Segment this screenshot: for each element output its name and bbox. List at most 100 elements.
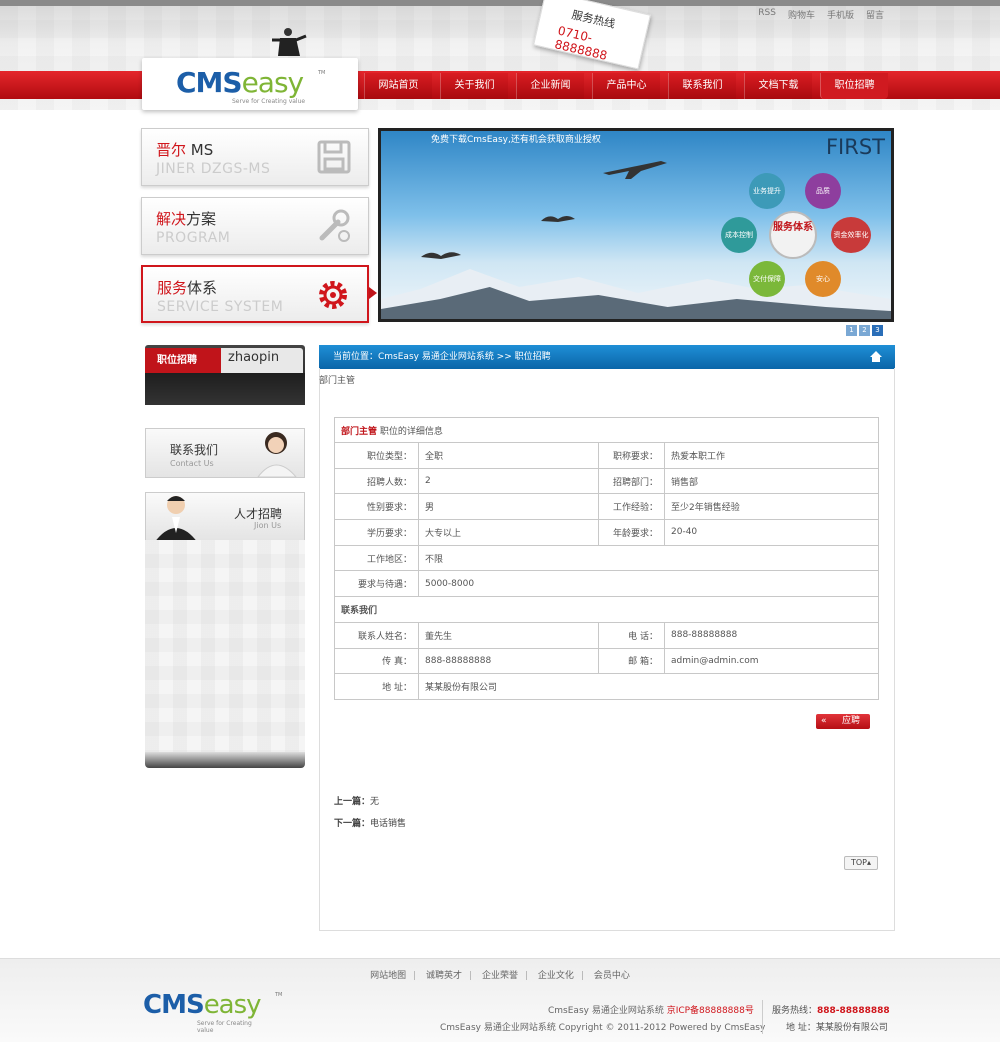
hex-item: 安心	[805, 261, 841, 297]
nav-news[interactable]: 企业新闻	[516, 73, 584, 99]
field-value: 20-40	[664, 519, 879, 546]
side-panel-footer	[145, 752, 305, 768]
field-value: 888-88888888	[664, 621, 879, 649]
table-row: 传 真： 888-88888888 邮 箱： admin@admin.com	[334, 647, 879, 675]
job-title-cell: 部门主管 职位的详细信息	[334, 417, 879, 443]
footer-hotline-label: 服务热线：	[772, 1006, 818, 1016]
prev-value: 无	[370, 797, 380, 807]
nav-downloads[interactable]: 文档下载	[744, 73, 812, 99]
side-button-service[interactable]: 服务体系 SERVICE SYSTEM	[141, 265, 369, 323]
nav-home[interactable]: 网站首页	[364, 73, 432, 99]
footer-link-sitemap[interactable]: 网站地图	[370, 971, 406, 981]
banner[interactable]: 免费下载CmsEasy,还有机会获取商业授权 FIRST 业务提升 品质 资金效…	[378, 128, 894, 322]
cart-link[interactable]: 购物车	[788, 8, 815, 21]
rss-link[interactable]: RSS	[758, 8, 776, 21]
hex-item: 资金效率化	[831, 217, 871, 253]
field-value: 热爱本职工作	[664, 442, 879, 469]
jobs-box-title: 职位招聘	[145, 348, 221, 373]
contact-us-label: 联系我们	[170, 443, 219, 457]
prev-article[interactable]: 上一篇：无	[334, 794, 379, 807]
footer-copyright: CmsEasy 易通企业网站系统 Copyright © 2011-2012 P…	[440, 1023, 766, 1033]
job-detail-table: 部门主管 职位的详细信息 职位类型： 全职 职称要求： 热爱本职工作 招聘人数：…	[334, 417, 879, 700]
banner-pager: 1 2 3	[846, 325, 883, 336]
field-value: 男	[418, 493, 599, 521]
table-row: 招聘人数： 2 招聘部门： 销售部	[334, 467, 879, 495]
home-icon[interactable]	[869, 350, 883, 363]
nav-jobs[interactable]: 职位招聘	[820, 73, 888, 99]
job-title: 部门主管	[341, 426, 378, 437]
footer-icp[interactable]: 京ICP备88888888号	[667, 1006, 754, 1016]
side-panel	[145, 540, 305, 764]
join-us-button[interactable]: 人才招聘 Jion Us	[145, 492, 305, 543]
footer-link-honors[interactable]: 企业荣誉	[482, 971, 518, 981]
side-button-jiner[interactable]: 晋尔 MS JINER DZGS-MS	[141, 128, 369, 186]
next-article[interactable]: 下一篇：电话销售	[334, 816, 406, 829]
top-label: TOP	[850, 858, 867, 867]
main-nav: 网站首页 关于我们 企业新闻 产品中心 联系我们 文档下载 职位招聘	[364, 73, 896, 99]
bird-icon	[421, 252, 461, 259]
banner-dot[interactable]: 2	[859, 325, 870, 336]
breadcrumb: 当前位置：CmsEasy 易通企业网站系统 >> 职位招聘	[319, 345, 895, 369]
footer-line1: CmsEasy 易通企业网站系统 京ICP备88888888号	[548, 1003, 754, 1016]
logo[interactable]: CMSeasy TM Serve for Creating value	[142, 58, 358, 110]
hex-item: 品质	[805, 173, 841, 209]
field-label: 学历要求：	[334, 519, 419, 546]
side-button-subtitle: PROGRAM	[156, 230, 231, 246]
table-row: 要求与待遇： 5000-8000	[334, 570, 879, 598]
footer-logo: CMSeasy TM Serve for Creating value	[143, 990, 282, 1034]
top-links: RSS 购物车 手机版 留言	[758, 8, 884, 21]
field-label: 年龄要求：	[598, 519, 665, 546]
category-label: 部门主管	[319, 376, 356, 386]
field-label: 招聘人数：	[334, 467, 419, 495]
footer-link-careers[interactable]: 诚聘英才	[426, 971, 462, 981]
field-value: 5000-8000	[418, 570, 879, 598]
banner-first: FIRST	[825, 135, 885, 159]
field-value: 大专以上	[418, 519, 599, 546]
nav-contact[interactable]: 联系我们	[668, 73, 736, 99]
guestbook-link[interactable]: 留言	[866, 8, 884, 21]
side-button-title: 服务体系	[157, 279, 218, 297]
field-value: admin@admin.com	[664, 647, 879, 675]
footer-link-members[interactable]: 会员中心	[594, 971, 630, 981]
banner-dot[interactable]: 3	[872, 325, 883, 336]
field-label: 工作地区：	[334, 544, 419, 572]
nav-about[interactable]: 关于我们	[440, 73, 508, 99]
bird-icon	[541, 216, 575, 222]
field-label: 传 真：	[334, 647, 419, 675]
table-row: 联系我们	[334, 596, 879, 623]
mobile-link[interactable]: 手机版	[827, 8, 854, 21]
hex-center: 服务体系	[769, 211, 817, 259]
wrench-icon	[319, 209, 350, 242]
table-row: 职位类型： 全职 职称要求： 热爱本职工作	[334, 442, 879, 469]
apply-button[interactable]: « 应聘	[816, 714, 870, 729]
logo-tagline: Serve for Creating value	[232, 98, 306, 105]
field-value: 全职	[418, 442, 599, 469]
jobs-box-body	[145, 373, 305, 405]
table-row: 工作地区： 不限	[334, 544, 879, 572]
side-button-program[interactable]: 解决方案 PROGRAM	[141, 197, 369, 255]
join-us-label: 人才招聘	[234, 507, 283, 521]
footer-links: 网站地图 | 诚聘英才 | 企业荣誉 | 企业文化 | 会员中心	[370, 971, 630, 981]
contact-us-button[interactable]: 联系我们 Contact Us	[145, 428, 305, 478]
nav-products[interactable]: 产品中心	[592, 73, 660, 99]
field-value: 董先生	[418, 621, 599, 649]
side-button-subtitle: JINER DZGS-MS	[156, 161, 271, 177]
back-to-top-button[interactable]: TOP▴	[844, 856, 878, 870]
table-row: 联系人姓名： 董先生 电 话： 888-88888888	[334, 621, 879, 649]
field-label: 联系人姓名：	[334, 621, 419, 649]
service-hex-diagram: 业务提升 品质 资金效率化 安心 交付保障 成本控制 服务体系	[717, 167, 877, 307]
footer-link-culture[interactable]: 企业文化	[538, 971, 574, 981]
businessman-figure	[272, 28, 307, 56]
side-button-subtitle: SERVICE SYSTEM	[157, 299, 284, 315]
footer-address: 地 址：某某股份有限公司	[786, 1023, 888, 1033]
breadcrumb-text: 当前位置：CmsEasy 易通企业网站系统 >> 职位招聘	[333, 352, 551, 362]
field-label: 招聘部门：	[598, 467, 665, 495]
field-label: 电 话：	[598, 621, 665, 649]
banner-dot[interactable]: 1	[846, 325, 857, 336]
field-value: 销售部	[664, 467, 879, 495]
table-row: 部门主管 职位的详细信息	[334, 417, 879, 443]
field-label: 工作经验：	[598, 493, 665, 521]
hex-item: 业务提升	[749, 173, 785, 209]
footer-divider	[762, 1000, 763, 1034]
banner-caption: 免费下载CmsEasy,还有机会获取商业授权	[431, 135, 601, 145]
